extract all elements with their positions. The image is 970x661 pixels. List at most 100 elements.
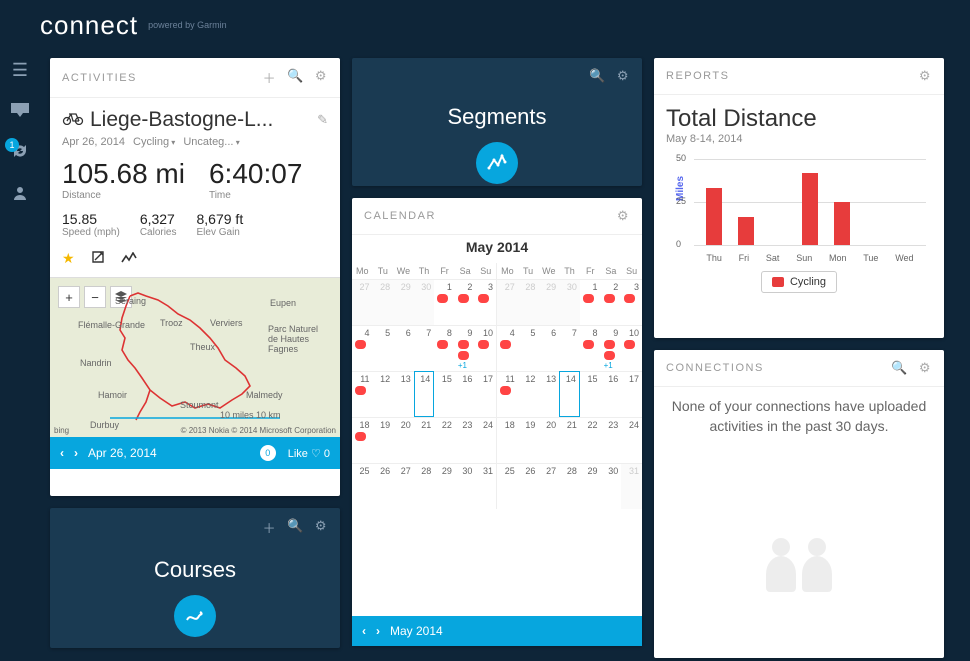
calendar-cell[interactable]: 16 xyxy=(455,371,476,417)
calendar-cell[interactable]: 29 xyxy=(393,279,414,325)
next-activity-button[interactable]: › xyxy=(74,446,78,460)
calendar-cell[interactable]: 29 xyxy=(538,279,559,325)
calendar-cell[interactable]: 7 xyxy=(559,325,580,371)
calendar-cell[interactable]: 10 xyxy=(621,325,642,371)
calendar-cell[interactable]: 30 xyxy=(455,463,476,509)
calendar-cell[interactable]: 28 xyxy=(373,279,394,325)
calendar-cell[interactable]: 10 xyxy=(475,325,496,371)
calendar-cell[interactable]: 29 xyxy=(580,463,601,509)
comment-icon[interactable]: 0 xyxy=(260,445,276,461)
calendar-cell[interactable]: 20 xyxy=(538,417,559,463)
calendar-cell[interactable]: 5 xyxy=(373,325,394,371)
segments-button[interactable] xyxy=(476,142,518,184)
menu-icon[interactable]: ☰ xyxy=(12,60,28,81)
calendar-cell[interactable]: 6 xyxy=(538,325,559,371)
chart-bar[interactable] xyxy=(834,202,850,245)
next-month-button[interactable]: › xyxy=(376,624,380,638)
edit-icon[interactable]: ✎ xyxy=(317,112,328,128)
calendar-cell[interactable]: 6 xyxy=(393,325,414,371)
activity-title[interactable]: Liege-Bastogne-L... xyxy=(90,108,311,132)
courses-button[interactable] xyxy=(174,595,216,637)
calendar-cell[interactable]: 27 xyxy=(352,279,373,325)
calendar-cell[interactable]: 8 xyxy=(434,325,455,371)
calendar-cell[interactable]: 22 xyxy=(580,417,601,463)
calendar-cell[interactable]: 26 xyxy=(518,463,539,509)
calendar-cell[interactable]: 29 xyxy=(434,463,455,509)
calendar-cell[interactable]: 20 xyxy=(393,417,414,463)
calendar-cell[interactable]: 11 xyxy=(352,371,373,417)
gear-icon[interactable]: ⚙ xyxy=(919,68,932,84)
calendar-cell[interactable]: 8 xyxy=(580,325,601,371)
add-icon[interactable]: ＋ xyxy=(263,518,278,537)
calendar-cell[interactable]: 31 xyxy=(621,463,642,509)
calendar-cell[interactable]: 24 xyxy=(475,417,496,463)
calendar-cell[interactable]: 23 xyxy=(601,417,622,463)
calendar-cell[interactable]: 17 xyxy=(475,371,496,417)
calendar-cell[interactable]: 7 xyxy=(414,325,435,371)
star-icon[interactable]: ★ xyxy=(62,250,75,267)
calendar-cell[interactable]: 27 xyxy=(393,463,414,509)
calendar-cell[interactable]: 2 xyxy=(455,279,476,325)
calendar-cell[interactable]: 1 xyxy=(580,279,601,325)
activity-map[interactable]: + − Seraing Flémalle-Grande Trooz Vervie… xyxy=(50,277,340,437)
calendar-cell[interactable]: 15 xyxy=(434,371,455,417)
chart-bar[interactable] xyxy=(802,173,818,245)
inbox-icon[interactable] xyxy=(11,101,29,122)
calendar-cell[interactable]: 26 xyxy=(373,463,394,509)
calendar-cell[interactable]: 14 xyxy=(559,371,580,417)
calendar-cell[interactable]: 13 xyxy=(393,371,414,417)
calendar-cell[interactable]: 12 xyxy=(373,371,394,417)
calendar-cell[interactable]: 28 xyxy=(518,279,539,325)
chart-icon[interactable] xyxy=(121,251,137,267)
calendar-cell[interactable]: 27 xyxy=(497,279,518,325)
calendar-cell[interactable]: 17 xyxy=(621,371,642,417)
calendar-cell[interactable]: 16 xyxy=(601,371,622,417)
calendar-cell[interactable]: 12 xyxy=(518,371,539,417)
calendar-cell[interactable]: 25 xyxy=(352,463,373,509)
calendar-cell[interactable]: 3 xyxy=(621,279,642,325)
search-icon[interactable]: 🔍 xyxy=(287,68,305,87)
note-icon[interactable] xyxy=(91,250,105,267)
chart-bar[interactable] xyxy=(706,188,722,245)
gear-icon[interactable]: ⚙ xyxy=(919,360,932,376)
calendar-cell[interactable]: 9+1 xyxy=(455,325,476,371)
sync-icon[interactable]: 1 xyxy=(11,142,29,165)
calendar-cell[interactable]: 30 xyxy=(414,279,435,325)
calendar-cell[interactable]: 14 xyxy=(414,371,435,417)
calendar-cell[interactable]: 31 xyxy=(475,463,496,509)
calendar-cell[interactable]: 23 xyxy=(455,417,476,463)
search-icon[interactable]: 🔍 xyxy=(891,360,909,376)
calendar-cell[interactable]: 2 xyxy=(601,279,622,325)
prev-activity-button[interactable]: ‹ xyxy=(60,446,64,460)
calendar-cell[interactable]: 5 xyxy=(518,325,539,371)
calendar-cell[interactable]: 24 xyxy=(621,417,642,463)
activity-type[interactable]: Cycling xyxy=(133,136,175,148)
calendar-cell[interactable]: 19 xyxy=(518,417,539,463)
like-button[interactable]: Like ♡ 0 xyxy=(288,447,330,460)
calendar-cell[interactable]: 9+1 xyxy=(601,325,622,371)
calendar-cell[interactable]: 1 xyxy=(434,279,455,325)
calendar-cell[interactable]: 19 xyxy=(373,417,394,463)
gear-icon[interactable]: ⚙ xyxy=(315,68,328,87)
calendar-cell[interactable]: 30 xyxy=(559,279,580,325)
calendar-cell[interactable]: 13 xyxy=(538,371,559,417)
calendar-cell[interactable]: 4 xyxy=(497,325,518,371)
activity-category[interactable]: Uncateg... xyxy=(183,136,239,148)
calendar-cell[interactable]: 4 xyxy=(352,325,373,371)
calendar-cell[interactable]: 22 xyxy=(434,417,455,463)
chart-bar[interactable] xyxy=(738,217,754,245)
calendar-cell[interactable]: 18 xyxy=(497,417,518,463)
calendar-cell[interactable]: 11 xyxy=(497,371,518,417)
add-icon[interactable]: ＋ xyxy=(263,68,278,87)
calendar-cell[interactable]: 30 xyxy=(601,463,622,509)
gear-icon[interactable]: ⚙ xyxy=(315,518,328,537)
calendar-cell[interactable]: 28 xyxy=(414,463,435,509)
calendar-cell[interactable]: 21 xyxy=(414,417,435,463)
profile-icon[interactable] xyxy=(12,185,28,206)
gear-icon[interactable]: ⚙ xyxy=(617,208,630,224)
gear-icon[interactable]: ⚙ xyxy=(617,68,630,84)
chart-legend[interactable]: Cycling xyxy=(761,271,837,293)
calendar-cell[interactable]: 28 xyxy=(559,463,580,509)
calendar-cell[interactable]: 18 xyxy=(352,417,373,463)
search-icon[interactable]: 🔍 xyxy=(589,68,607,84)
